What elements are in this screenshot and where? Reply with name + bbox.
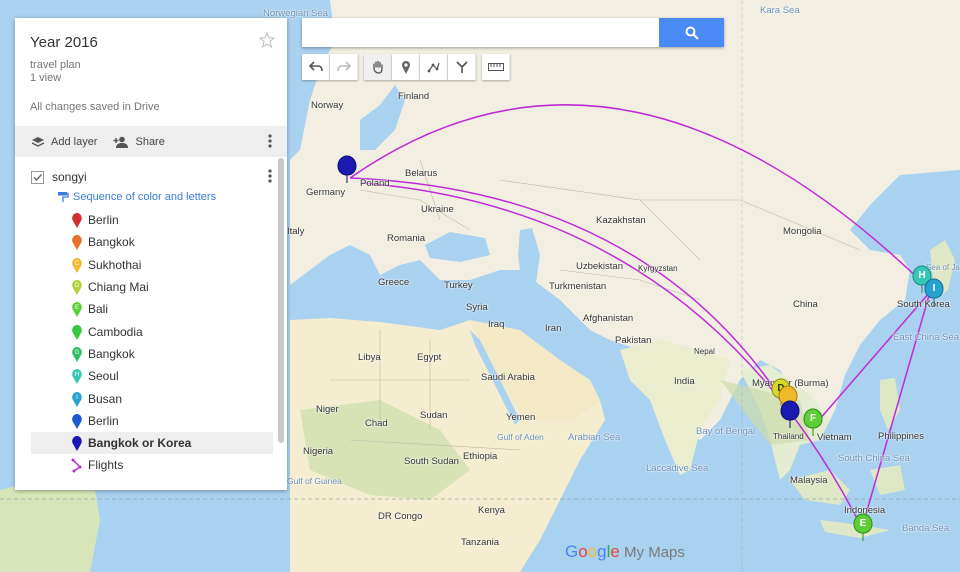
map-title[interactable]: Year 2016: [30, 34, 272, 51]
share-label: Share: [135, 135, 165, 148]
line-icon: [71, 458, 82, 473]
list-item-label: Busan: [88, 391, 123, 406]
layer-feature-list: Berlin Bangkok C Sukhothai D Chiang Mai E Bali C…: [31, 209, 287, 477]
layer-options-icon[interactable]: [268, 169, 272, 183]
list-item[interactable]: Bangkok or Korea: [31, 431, 273, 455]
add-marker-button[interactable]: [392, 54, 420, 80]
marker-cambodia[interactable]: F: [803, 408, 823, 437]
list-item-label: Chiang Mai: [88, 280, 149, 295]
svg-text:D: D: [75, 283, 80, 289]
layers-icon: [31, 136, 45, 147]
svg-text:C: C: [75, 261, 80, 267]
marker-icon: H: [72, 369, 82, 385]
list-item[interactable]: H Seoul: [31, 365, 287, 387]
draw-line-icon: [427, 62, 440, 73]
list-item-label: Bali: [88, 302, 109, 317]
star-icon[interactable]: [259, 32, 275, 48]
list-item[interactable]: C Sukhothai: [31, 254, 287, 276]
marker-icon: [72, 413, 82, 429]
marker-icon: [72, 213, 82, 229]
list-item-label: Sukhothai: [88, 257, 142, 272]
layer-name[interactable]: songyi: [52, 170, 87, 184]
svg-text:I: I: [933, 283, 936, 294]
marker-berlin-dark[interactable]: [337, 155, 357, 184]
marker-icon: [72, 324, 82, 340]
list-item[interactable]: Bangkok: [31, 231, 287, 253]
map-description[interactable]: travel plan: [30, 59, 272, 72]
pan-tool-button[interactable]: [364, 54, 392, 80]
undo-button[interactable]: [302, 54, 330, 80]
list-item[interactable]: Cambodia: [31, 320, 287, 342]
list-item-label: Berlin: [88, 413, 119, 428]
view-count: 1 view: [30, 72, 62, 84]
layer-visibility-checkbox[interactable]: [31, 170, 44, 184]
list-item[interactable]: Berlin: [31, 410, 287, 432]
hand-icon: [372, 60, 383, 74]
panel-toolbar: Add layer Share: [15, 126, 287, 157]
marker-icon: [401, 61, 410, 74]
list-item[interactable]: G Bangkok: [31, 343, 287, 365]
search-button[interactable]: [659, 18, 724, 47]
svg-text:G: G: [75, 350, 80, 356]
svg-text:E: E: [860, 518, 867, 529]
list-item[interactable]: Berlin: [31, 209, 287, 231]
save-status: All changes saved in Drive: [30, 101, 160, 113]
svg-text:E: E: [75, 305, 79, 311]
redo-icon: [336, 61, 351, 72]
share-button[interactable]: Share: [113, 135, 165, 148]
list-item-label: Berlin: [88, 213, 119, 228]
marker-busan[interactable]: I: [924, 278, 944, 307]
add-person-icon: [113, 136, 129, 148]
google-my-maps-logo: Google My Maps: [565, 542, 685, 561]
list-item-label: Cambodia: [88, 324, 143, 339]
undo-icon: [308, 61, 323, 72]
add-layer-label: Add layer: [51, 135, 98, 148]
measure-button[interactable]: [482, 54, 510, 80]
marker-icon: G: [72, 346, 82, 362]
checkmark-icon: [33, 173, 43, 181]
list-item[interactable]: D Chiang Mai: [31, 276, 287, 298]
marker-icon: I: [72, 391, 82, 407]
directions-icon: [455, 61, 468, 73]
list-item-label: Flights: [88, 458, 124, 473]
layer-songyi: songyi Sequence of color and letters Ber…: [15, 157, 287, 477]
search-icon: [685, 26, 699, 40]
list-item[interactable]: E Bali: [31, 298, 287, 320]
svg-text:H: H: [75, 372, 79, 378]
marker-icon: C: [72, 257, 82, 273]
directions-button[interactable]: [448, 54, 476, 80]
add-layer-button[interactable]: Add layer: [31, 136, 97, 148]
search-input[interactable]: [302, 18, 664, 45]
ruler-icon: [487, 63, 504, 71]
map-toolbar: [302, 54, 510, 80]
more-options-icon[interactable]: [268, 134, 272, 148]
redo-button[interactable]: [330, 54, 358, 80]
map-legend-panel: Year 2016 travel plan 1 view All changes…: [15, 18, 287, 490]
marker-icon: [72, 436, 82, 452]
list-item-label: Bangkok or Korea: [88, 436, 192, 451]
svg-text:F: F: [810, 413, 816, 424]
list-item-label: Bangkok: [88, 235, 135, 250]
list-item[interactable]: I Busan: [31, 387, 287, 409]
panel-scrollbar[interactable]: [278, 158, 284, 443]
svg-text:H: H: [918, 270, 925, 281]
layer-style-link[interactable]: Sequence of color and letters: [57, 191, 287, 203]
draw-line-button[interactable]: [420, 54, 448, 80]
list-item-label: Bangkok: [88, 346, 135, 361]
style-link-label: Sequence of color and letters: [73, 191, 217, 203]
panel-header: Year 2016 travel plan 1 view All changes…: [15, 18, 287, 126]
list-item-label: Seoul: [88, 369, 119, 384]
search-box: [302, 18, 724, 47]
marker-bangkok-dark[interactable]: [780, 400, 800, 429]
marker-bali[interactable]: E: [853, 513, 873, 542]
marker-icon: E: [72, 302, 82, 318]
marker-icon: D: [72, 280, 82, 296]
list-item[interactable]: Flights: [31, 454, 287, 476]
paint-roller-icon: [58, 192, 69, 202]
marker-icon: [72, 235, 82, 251]
